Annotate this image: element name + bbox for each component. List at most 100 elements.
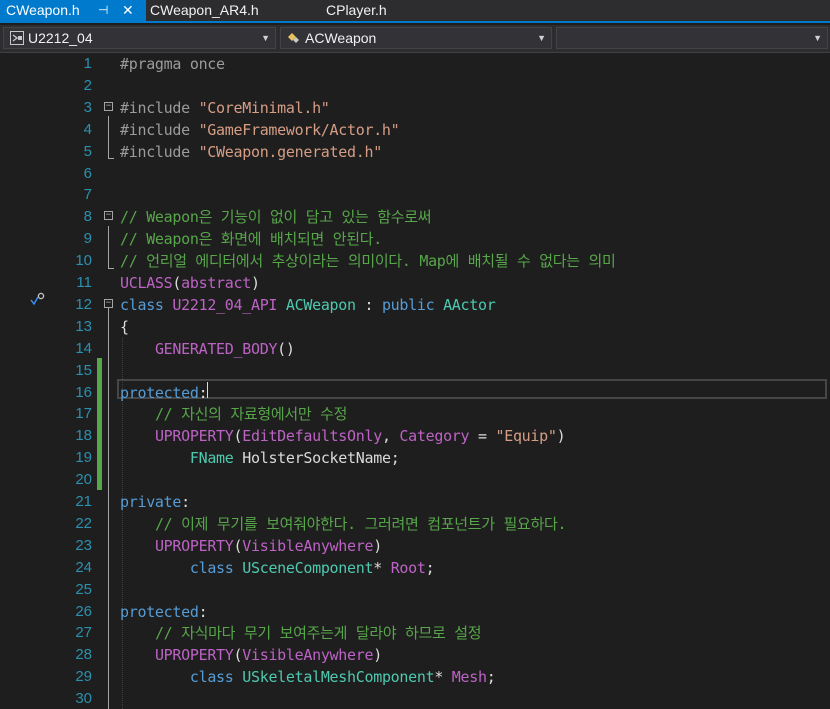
code-line[interactable]: 11 UCLASS(abstract) [0,272,830,294]
line-number: 25 [75,580,92,598]
collapse-toggle-icon[interactable]: − [104,211,113,221]
code-token: "CWeapon.generated.h" [198,142,383,161]
line-number: 24 [75,558,92,576]
code-line[interactable]: 13 { [0,316,830,338]
code-token: * [373,558,391,577]
code-line[interactable]: 6 [0,163,830,185]
tab-cplayer-h[interactable]: CPlayer.h [326,0,387,21]
code-token: // 자신의 자료형에서만 수정 [154,405,348,424]
code-line[interactable]: 2 [0,75,830,97]
code-token: ) [373,646,382,665]
code-line[interactable]: 14 GENERATED_BODY() [0,338,830,360]
code-token: HolsterSocketName [242,449,391,468]
class-icon [288,33,299,43]
code-token: USceneComponent [242,558,374,577]
class-dropdown[interactable]: ACWeapon ▼ [280,27,552,49]
code-line[interactable]: 18 UPROPERTY(EditDefaultsOnly, Category … [0,425,830,447]
tab-cweapon-h[interactable]: CWeapon.h ⊣ ✕ [0,0,146,21]
code-token: ) [250,274,260,292]
code-line[interactable]: 19 FName HolsterSocketName; [0,447,830,469]
line-number: 13 [75,317,92,335]
code-token: , [381,427,400,446]
code-token: : [181,493,190,511]
code-line[interactable]: 24 class USceneComponent* Root; [0,557,830,579]
code-line[interactable]: 21 private: [0,491,830,513]
code-line[interactable]: 15 [0,360,830,382]
code-line[interactable]: 23 UPROPERTY(VisibleAnywhere) [0,535,830,557]
code-line[interactable]: 8 −// Weapon은 기능이 없이 담고 있는 함수로써 [0,206,830,228]
code-token: ( [233,646,243,665]
code-token: ACWeapon [285,295,365,314]
code-line[interactable]: 26 protected: [0,601,830,623]
chevron-down-icon: ▼ [261,33,270,43]
close-icon[interactable]: ✕ [122,0,134,21]
code-line[interactable]: 29 class USkeletalMeshComponent* Mesh; [0,666,830,688]
code-text: // 자식마다 무기 보여주는게 달라야 하므로 설정 [120,622,482,644]
code-line[interactable]: 20 [0,469,830,491]
pin-icon[interactable]: ⊣ [98,0,108,21]
code-text: class USkeletalMeshComponent* Mesh; [120,666,496,688]
project-name: U2212_04 [28,30,93,46]
line-number: 1 [83,55,92,72]
code-token: // Weapon은 화면에 배치되면 안된다. [120,230,383,249]
code-line[interactable]: 16 protected: [0,382,830,404]
code-token: #include [120,120,199,139]
line-number: 29 [75,668,92,686]
code-line[interactable]: 9 // Weapon은 화면에 배치되면 안된다. [0,228,830,250]
code-token: * [434,668,452,687]
code-token: ( [172,274,182,292]
code-token: #include [120,98,199,117]
tab-label: CWeapon_AR4.h [150,2,259,18]
collapse-toggle-icon[interactable]: − [104,298,113,308]
code-token: Category [399,427,470,446]
line-number: 10 [75,252,92,270]
line-number: 28 [75,646,92,664]
line-number: 21 [75,493,92,510]
code-line[interactable]: 17 // 자신의 자료형에서만 수정 [0,403,830,425]
line-number: 15 [75,361,92,379]
code-line[interactable]: 1 #pragma once [0,53,830,75]
code-text: // Weapon은 화면에 배치되면 안된다. [120,228,382,250]
code-token: abstract [181,274,251,292]
code-text: // Weapon은 기능이 없이 담고 있는 함수로써 [120,206,432,228]
code-text: #include "GameFramework/Actor.h" [120,119,400,141]
code-token: EditDefaultsOnly [242,427,382,446]
code-line[interactable]: 28 UPROPERTY(VisibleAnywhere) [0,644,830,666]
tab-cweapon-ar4-h[interactable]: CWeapon_AR4.h [150,0,259,21]
code-token: UPROPERTY [154,427,234,446]
code-token: Root [390,558,426,577]
code-line[interactable]: 4 #include "GameFramework/Actor.h" [0,119,830,141]
code-line[interactable]: 27 // 자식마다 무기 보여주는게 달라야 하므로 설정 [0,622,830,644]
code-line[interactable]: 30 [0,688,830,709]
code-line[interactable]: 5 #include "CWeapon.generated.h" [0,141,830,163]
code-line[interactable]: 10 // 언리얼 에디터에서 추상이라는 의미이다. Map에 배치될 수 없다… [0,250,830,272]
code-token: = [469,427,496,446]
code-token: "CoreMinimal.h" [198,98,330,117]
code-line[interactable]: 22 // 이제 무기를 보여줘야한다. 그러려면 컴포넌트가 필요하다. [0,513,830,535]
code-editor[interactable]: 1 #pragma once 2 3− #include "CoreMinimal.h"… [0,53,830,709]
project-dropdown[interactable]: U2212_04 ▼ [3,27,276,49]
document-tab-bar: CWeapon.h ⊣ ✕ CWeapon_AR4.h CPlayer.h [0,0,830,23]
line-number: 11 [76,274,92,291]
code-line[interactable]: 7 [0,184,830,206]
code-text: class U2212_04_API ACWeapon : public AAc… [120,294,496,316]
collapse-toggle-icon[interactable]: − [104,101,113,111]
code-token: // 이제 무기를 보여줘야한다. 그러려면 컴포넌트가 필요하다. [154,514,567,533]
code-token: ; [390,449,400,468]
code-line[interactable]: 12 − class U2212_04_API ACWeapon : public … [0,294,830,316]
member-dropdown[interactable]: ▼ [556,27,828,49]
code-token: public [381,295,444,314]
code-token: protected [120,383,199,402]
code-token: class [189,558,243,577]
code-text: UPROPERTY(VisibleAnywhere) [120,535,382,557]
code-line[interactable]: 3 − #include "CoreMinimal.h" [0,97,830,119]
line-number: 17 [75,405,92,423]
code-line[interactable]: 25 [0,579,830,601]
